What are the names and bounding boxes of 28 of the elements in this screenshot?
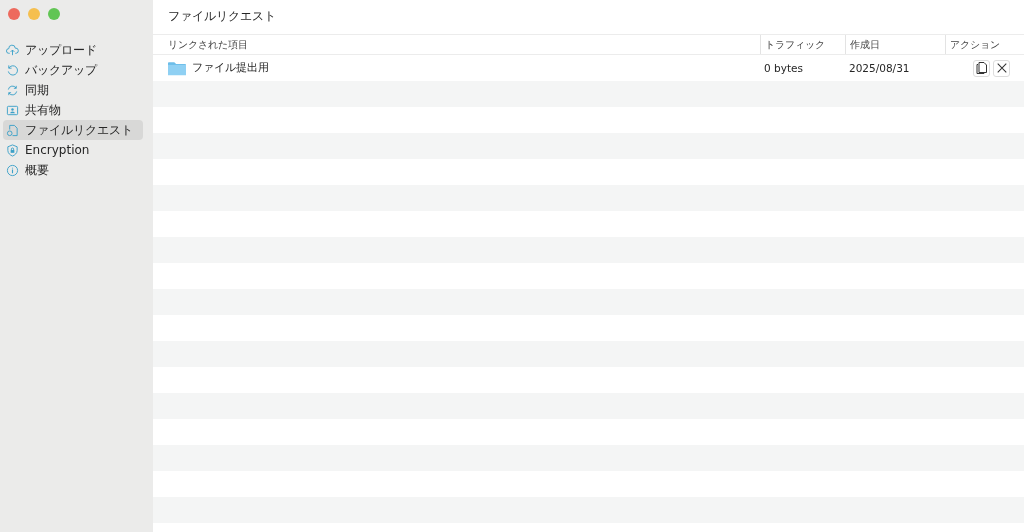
- sidebar-item[interactable]: 概要: [3, 160, 143, 180]
- file-request-icon: [6, 123, 19, 137]
- sidebar-item[interactable]: Encryption: [3, 140, 143, 160]
- delete-button[interactable]: [993, 59, 1010, 77]
- page-title: ファイルリクエスト: [153, 0, 1024, 35]
- shared-folder-icon: [6, 103, 19, 117]
- column-header[interactable]: アクション: [945, 35, 1024, 54]
- sidebar-item[interactable]: ファイルリクエスト: [3, 120, 143, 140]
- copy-button[interactable]: [973, 59, 990, 77]
- close-button[interactable]: [8, 8, 20, 20]
- minimize-button[interactable]: [28, 8, 40, 20]
- table-cell: ファイル提出用: [192, 61, 269, 75]
- column-header[interactable]: リンクされた項目: [153, 35, 760, 54]
- column-header[interactable]: トラフィック: [760, 35, 845, 54]
- sync-icon: [6, 83, 19, 97]
- table-cell: 2025/08/31: [849, 62, 910, 74]
- folder-icon: [168, 60, 186, 76]
- sidebar-item[interactable]: 同期: [3, 80, 143, 100]
- table-cell: 0 bytes: [764, 62, 803, 74]
- info-icon: [6, 163, 19, 177]
- zoom-button[interactable]: [48, 8, 60, 20]
- sidebar-item[interactable]: バックアップ: [3, 60, 143, 80]
- column-header[interactable]: 作成日: [845, 35, 945, 54]
- lock-shield-icon: [6, 143, 19, 157]
- backup-icon: [6, 63, 19, 77]
- sidebar-item[interactable]: 共有物: [3, 100, 143, 120]
- cloud-upload-icon: [6, 43, 19, 57]
- sidebar-item[interactable]: アップロード: [3, 40, 143, 60]
